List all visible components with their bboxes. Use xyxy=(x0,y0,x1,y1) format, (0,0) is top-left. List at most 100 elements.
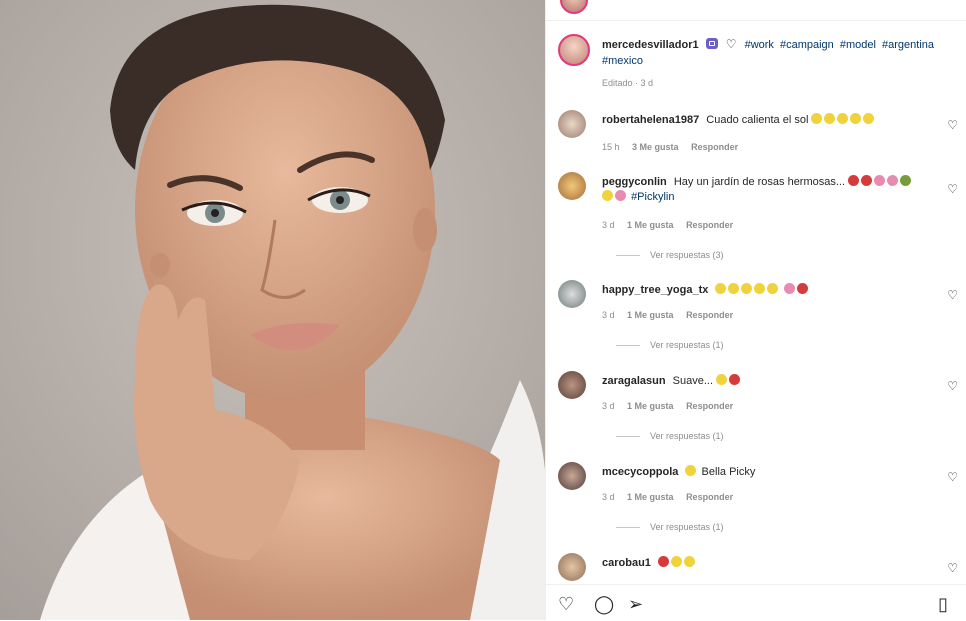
comment-meta: 3 d 1 Me gusta Responder xyxy=(602,310,743,320)
commenter-username[interactable]: happy_tree_yoga_tx xyxy=(602,284,708,296)
commenter-username[interactable]: peggyconlin xyxy=(602,176,667,188)
emoji-icon xyxy=(861,175,873,186)
comment-body: Suave... xyxy=(672,375,714,387)
comment-like-icon[interactable]: ♡ xyxy=(947,118,958,132)
commenter-username[interactable]: zaragalasun xyxy=(602,375,666,387)
reply-button[interactable]: Responder xyxy=(691,142,738,152)
view-replies-button[interactable]: Ver respuestas (1) xyxy=(616,340,724,350)
comment-bubble-icon[interactable]: ◯ xyxy=(594,595,614,613)
comment-likes[interactable]: 3 Me gusta xyxy=(632,142,679,152)
comment-likes[interactable]: 1 Me gusta xyxy=(627,401,674,411)
comment-time: 3 d xyxy=(602,310,615,320)
divider xyxy=(616,527,640,529)
commenter-avatar[interactable] xyxy=(558,280,586,308)
hashtag-link[interactable]: #argentina xyxy=(882,39,934,51)
reply-button[interactable]: Responder xyxy=(686,220,733,230)
comment-time: 15 h xyxy=(602,142,620,152)
comments-panel: mercedesvillador1 ♡ #work #campaign #mod… xyxy=(545,0,966,620)
reply-button[interactable]: Responder xyxy=(686,492,733,502)
commenter-avatar[interactable] xyxy=(558,172,586,200)
hashtag-link[interactable]: #mexico xyxy=(602,55,643,67)
verified-icon xyxy=(705,38,718,49)
share-paper-plane-icon[interactable]: ➢ xyxy=(628,595,643,613)
reply-button[interactable]: Responder xyxy=(686,401,733,411)
emoji-icon xyxy=(615,190,626,201)
emoji-icon xyxy=(848,175,860,186)
view-replies-label: Ver respuestas (3) xyxy=(650,250,724,260)
comment-meta: 3 d 1 Me gusta Responder xyxy=(602,220,743,230)
action-bar: ♡ ◯ ➢ ▯ xyxy=(546,584,966,621)
comment-like-icon[interactable]: ♡ xyxy=(947,379,958,393)
emoji-icon xyxy=(716,374,728,385)
comment-body: Cuado calienta el sol xyxy=(706,114,809,126)
view-replies-label: Ver respuestas (1) xyxy=(650,431,724,441)
emoji-icon xyxy=(874,175,886,186)
commenter-username[interactable]: carobau1 xyxy=(602,557,651,569)
heart-icon: ♡ xyxy=(725,37,737,51)
emoji-icon xyxy=(657,556,669,567)
emoji-icon xyxy=(715,283,727,294)
comment-text: peggyconlin Hay un jardín de rosas hermo… xyxy=(602,175,922,205)
edited-timestamp: Editado · 3 d xyxy=(602,78,654,88)
commenter-avatar[interactable] xyxy=(558,462,586,490)
comment-body: Hay un jardín de rosas hermosas... xyxy=(673,176,846,188)
comment-likes[interactable]: 1 Me gusta xyxy=(627,492,674,502)
comment-meta: 15 h 3 Me gusta Responder xyxy=(602,142,748,152)
emoji-icon xyxy=(602,190,613,201)
hashtag-link[interactable]: #work xyxy=(745,39,774,51)
header-avatar[interactable] xyxy=(560,0,588,14)
author-username[interactable]: mercedesvillador1 xyxy=(602,39,699,51)
commenter-avatar[interactable] xyxy=(558,110,586,138)
emoji-icon xyxy=(850,113,862,124)
comment-like-icon[interactable]: ♡ xyxy=(947,561,958,575)
emoji-icon xyxy=(900,175,912,186)
comment-text: zaragalasun Suave... xyxy=(602,374,922,389)
like-heart-icon[interactable]: ♡ xyxy=(558,595,574,613)
divider xyxy=(616,255,640,257)
comment-time: 3 d xyxy=(602,401,615,411)
emoji-icon xyxy=(796,283,808,294)
emoji-icon xyxy=(754,283,766,294)
comment-text: happy_tree_yoga_tx xyxy=(602,283,922,298)
hashtag-link[interactable]: #Pickylin xyxy=(631,191,674,203)
view-replies-button[interactable]: Ver respuestas (1) xyxy=(616,522,724,532)
commenter-username[interactable]: robertahelena1987 xyxy=(602,114,699,126)
commenter-avatar[interactable] xyxy=(558,371,586,399)
commenter-avatar[interactable] xyxy=(558,553,586,581)
comment-likes[interactable]: 1 Me gusta xyxy=(627,310,674,320)
comment-likes[interactable]: 1 Me gusta xyxy=(627,220,674,230)
emoji-icon xyxy=(783,283,795,294)
divider xyxy=(616,436,640,438)
comment-meta: 3 d 1 Me gusta Responder xyxy=(602,492,743,502)
comment-text: robertahelena1987 Cuado calienta el sol xyxy=(602,113,922,128)
bookmark-icon[interactable]: ▯ xyxy=(938,595,948,613)
view-replies-label: Ver respuestas (1) xyxy=(650,340,724,350)
emoji-icon xyxy=(811,113,823,124)
caption-text: mercedesvillador1 ♡ #work #campaign #mod… xyxy=(602,36,952,69)
hashtag-link[interactable]: #campaign xyxy=(780,39,834,51)
reply-button[interactable]: Responder xyxy=(686,310,733,320)
view-replies-button[interactable]: Ver respuestas (1) xyxy=(616,431,724,441)
emoji-icon xyxy=(837,113,849,124)
emoji-icon xyxy=(824,113,836,124)
author-avatar[interactable] xyxy=(558,34,590,66)
view-replies-button[interactable]: Ver respuestas (3) xyxy=(616,250,724,260)
commenter-username[interactable]: mcecycoppola xyxy=(602,466,678,478)
comment-like-icon[interactable]: ♡ xyxy=(947,182,958,196)
comment-like-icon[interactable]: ♡ xyxy=(947,288,958,302)
emoji-icon xyxy=(741,283,753,294)
comment-text: mcecycoppola Bella Picky xyxy=(602,465,922,480)
post-photo[interactable] xyxy=(0,0,545,620)
view-replies-label: Ver respuestas (1) xyxy=(650,522,724,532)
hashtag-link[interactable]: #model xyxy=(840,39,876,51)
comment-body: Bella Picky xyxy=(701,466,756,478)
comment-text: carobau1 xyxy=(602,556,922,571)
divider xyxy=(616,345,640,347)
emoji-icon xyxy=(767,283,779,294)
emoji-icon xyxy=(887,175,899,186)
comment-time: 3 d xyxy=(602,220,615,230)
emoji-icon xyxy=(863,113,875,124)
comment-like-icon[interactable]: ♡ xyxy=(947,470,958,484)
emoji-icon xyxy=(728,283,740,294)
emoji-icon xyxy=(670,556,682,567)
